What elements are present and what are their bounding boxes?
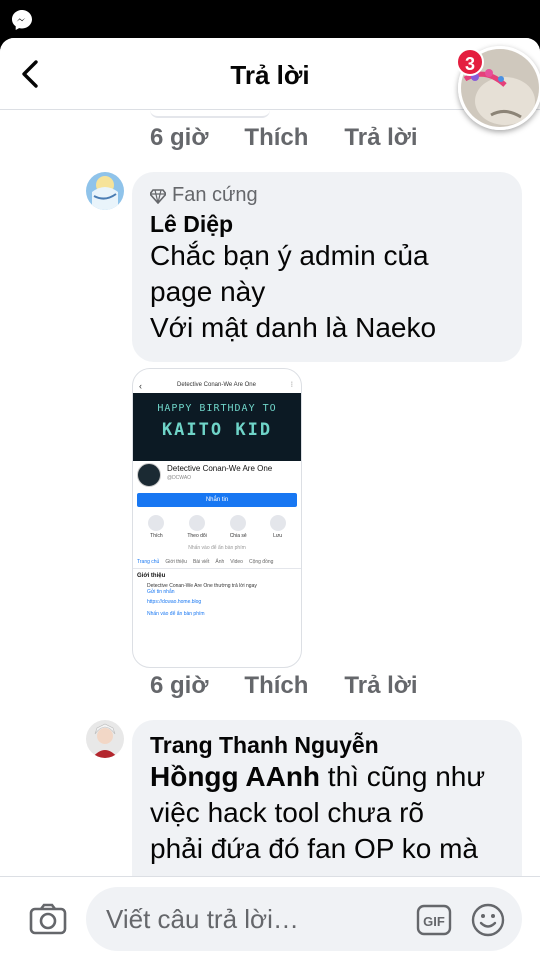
mini-bottom-text: Nhấn vào để ẩn bàn phím	[147, 611, 205, 617]
comment-text: Hồngg AAnh thì cũng như việc hack tool c…	[150, 759, 504, 867]
mini-topbar: ‹ Detective Conan-We Are One ⋮	[139, 381, 295, 391]
comment-line: thì cũng như	[320, 761, 486, 792]
comment-line: việc hack tool chưa rõ	[150, 797, 424, 828]
comment-line: Chắc bạn ý admin của	[150, 240, 429, 271]
mini-page-name: Detective Conan-We Are One	[167, 464, 273, 473]
comment-time: 6 giờ	[150, 672, 209, 699]
reply-sheet: Trả lời 6 giờ Thích Trả lời Fan cứng Lê Di…	[0, 38, 540, 960]
mini-cover-banner: HAPPY BIRTHDAY TO KAITO KID	[133, 393, 301, 461]
emoji-icon[interactable]	[470, 902, 506, 938]
comment-author[interactable]: Lê Diệp	[150, 211, 504, 238]
mini-intro-title: Giới thiệu	[137, 573, 166, 579]
reply-button[interactable]: Trả lời	[344, 672, 417, 699]
mini-message-button: Nhắn tin	[137, 493, 297, 507]
comment-line: phải đứa đó fan OP ko mà	[150, 833, 478, 864]
reply-composer: Viết câu trả lời… GIF	[0, 876, 540, 960]
comment-line: page này	[150, 276, 266, 307]
comment-actions-2: 6 giờ Thích Trả lời	[150, 672, 454, 702]
comment-author[interactable]: Trang Thanh Nguyễn	[150, 732, 504, 759]
comment-text: Chắc bạn ý admin của page này Với mật da…	[150, 238, 504, 346]
like-button[interactable]: Thích	[244, 124, 308, 151]
mini-action: Theo dõi	[187, 515, 207, 539]
comment-bubble: Fan cứng Lê Diệp Chắc bạn ý admin của pa…	[132, 172, 522, 362]
fan-badge: Fan cứng	[150, 184, 504, 207]
chat-head-badge: 3	[456, 48, 484, 76]
avatar[interactable]	[86, 172, 124, 210]
fan-badge-label: Fan cứng	[172, 184, 258, 206]
gif-icon[interactable]: GIF	[416, 903, 452, 937]
attached-screenshot[interactable]: ‹ Detective Conan-We Are One ⋮ HAPPY BIR…	[132, 368, 302, 668]
comment-line: Với mật danh là Naeko	[150, 312, 437, 343]
mini-url: https://dcwao.home.blog	[147, 599, 202, 605]
previous-attachment-edge	[150, 110, 270, 118]
messenger-icon[interactable]	[10, 8, 34, 32]
reply-button[interactable]: Trả lời	[344, 124, 417, 151]
mention[interactable]: Hồngg AAnh	[150, 761, 320, 792]
mini-action: Chia sẻ	[230, 515, 247, 539]
diamond-icon	[150, 188, 166, 204]
comment-time: 6 giờ	[150, 124, 209, 151]
mini-page-avatar	[137, 463, 161, 487]
camera-icon[interactable]	[28, 899, 68, 939]
reply-input[interactable]: Viết câu trả lời… GIF	[86, 887, 522, 951]
svg-text:GIF: GIF	[423, 914, 445, 929]
avatar[interactable]	[86, 720, 124, 758]
mini-action-row: Thích Theo dõi Chia sẻ Lưu	[133, 509, 301, 539]
banner-line-1: HAPPY BIRTHDAY TO	[157, 403, 277, 414]
banner-line-2: KAITO KID	[161, 420, 273, 440]
mini-tabs: Trang chủ Giới thiệu Bài viết Ảnh Video Cộng …	[133, 551, 301, 569]
mini-topbar-title: Detective Conan-We Are One	[177, 382, 256, 388]
mini-action: Lưu	[269, 515, 286, 539]
reply-placeholder: Viết câu trả lời…	[106, 904, 299, 934]
status-bar	[0, 0, 540, 38]
mini-page-handle: @DCWAO	[167, 475, 192, 481]
mini-status-bar	[133, 369, 301, 379]
mini-page-info: Detective Conan-We Are One @DCWAO	[133, 461, 301, 491]
like-button[interactable]: Thích	[244, 672, 308, 699]
comment-actions-1: 6 giờ Thích Trả lời	[150, 124, 454, 154]
mini-action: Thích	[148, 515, 165, 539]
